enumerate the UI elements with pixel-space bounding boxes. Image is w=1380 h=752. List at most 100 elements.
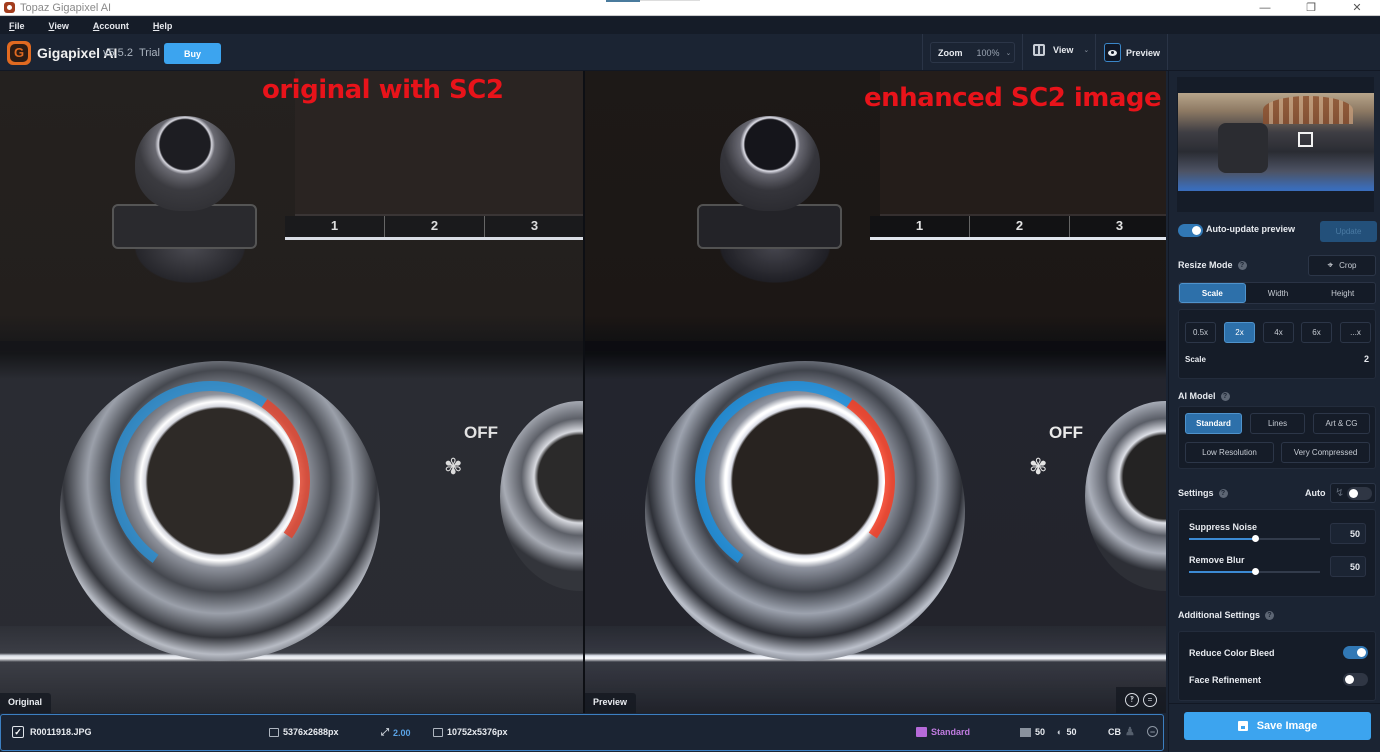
minimize-button[interactable]: — (1242, 0, 1288, 16)
slider-handle[interactable] (1251, 568, 1259, 575)
scale-preset-custom[interactable]: ...x (1340, 322, 1371, 343)
preview-image: 1 2 3 OFF ✾ (585, 71, 1166, 713)
chevron-down-icon: ⌄ (1083, 47, 1090, 54)
toolbar-divider (1022, 34, 1023, 70)
face-feedback: ‽ = (1116, 687, 1166, 713)
zoom-label: Zoom (938, 47, 963, 58)
slider-handle[interactable] (1251, 535, 1259, 542)
window-controls: — ❐ ✕ (1242, 0, 1380, 16)
model-icon (916, 727, 927, 737)
model-art-cg[interactable]: Art & CG (1313, 413, 1370, 434)
reduce-color-bleed-label: Reduce Color Bleed (1189, 648, 1275, 658)
file-list-row[interactable]: ✓ R0011918.JPG 5376x2688px ⤢ 2.00 10752x5… (0, 714, 1164, 751)
version-label: v5.5.2 (103, 47, 133, 59)
crop-icon: ⌖ (1327, 260, 1334, 271)
settings-panel: Suppress Noise 50 Remove Blur 50 (1178, 509, 1376, 597)
buy-button[interactable]: Buy (164, 43, 221, 64)
model-low-resolution[interactable]: Low Resolution (1185, 442, 1274, 463)
model-standard[interactable]: Standard (1185, 413, 1242, 434)
remove-blur-slider[interactable] (1189, 568, 1320, 575)
scale-preset-2x[interactable]: 2x (1224, 322, 1255, 343)
window-titlebar: Topaz Gigapixel AI — ❐ ✕ (0, 0, 1380, 16)
menu-file[interactable]: File (9, 21, 25, 31)
close-button[interactable]: ✕ (1334, 0, 1380, 16)
tab-scale[interactable]: Scale (1179, 283, 1246, 303)
help-icon[interactable]: ? (1218, 488, 1228, 498)
preview-toggle-button[interactable]: Preview (1104, 43, 1160, 62)
menu-help[interactable]: Help (153, 21, 173, 31)
crop-button[interactable]: ⌖ Crop (1308, 255, 1376, 276)
reduce-color-bleed-toggle[interactable] (1343, 646, 1368, 659)
preview-pane[interactable]: 1 2 3 OFF ✾ enhanced SC2 image Preview ‽… (585, 71, 1166, 713)
noise-value: 50 (1035, 727, 1046, 737)
remove-blur-input[interactable]: 50 (1330, 556, 1366, 577)
update-button[interactable]: Update (1320, 221, 1377, 242)
help-icon[interactable]: ? (1265, 610, 1274, 620)
app-icon (4, 2, 15, 13)
gigapixel-logo-icon: G (7, 41, 31, 65)
auto-update-row: Auto-update preview Update (1169, 221, 1380, 242)
suppress-noise-slider[interactable] (1189, 535, 1320, 542)
suppress-noise-label: Suppress Noise (1189, 522, 1258, 532)
menu-view[interactable]: View (49, 21, 69, 31)
split-view-icon (1033, 44, 1045, 56)
auto-settings-control: ↯ (1330, 483, 1376, 503)
lightning-icon: ↯ (1335, 487, 1345, 499)
overlay-caption: original with SC2 (262, 75, 504, 105)
scale-preset-4x[interactable]: 4x (1263, 322, 1294, 343)
menu-account[interactable]: Account (93, 21, 129, 31)
toolbar: G Gigapixel AI v5.5.2 Trial Buy Zoom 100… (0, 34, 1380, 71)
restore-button[interactable]: ❐ (1288, 0, 1334, 16)
settings-title: Settings? (1178, 488, 1228, 498)
help-icon[interactable]: ? (1237, 260, 1247, 270)
model-lines[interactable]: Lines (1250, 413, 1305, 434)
help-icon[interactable]: ? (1220, 391, 1230, 401)
output-size-icon (433, 727, 443, 737)
original-pane[interactable]: 1 2 3 OFF ✾ original with SC2 Original (0, 71, 583, 713)
face-refinement-icon: ♟ (1125, 726, 1135, 738)
tab-width[interactable]: Width (1246, 283, 1311, 303)
scale-label: Scale (1185, 355, 1206, 364)
additional-settings-panel: Reduce Color Bleed Face Refinement (1178, 631, 1376, 701)
color-bleed-tag: CB (1108, 727, 1121, 737)
suppress-noise-input[interactable]: 50 (1330, 523, 1366, 544)
model-very-compressed[interactable]: Very Compressed (1281, 442, 1370, 463)
navigator[interactable] (1177, 77, 1374, 212)
menu-bar: File View Account Help (0, 17, 1380, 34)
preview-label: Preview (1126, 47, 1161, 58)
save-disk-icon (1237, 721, 1248, 731)
remove-blur-label: Remove Blur (1189, 555, 1245, 565)
navigator-viewport-box[interactable] (1298, 132, 1313, 147)
auto-update-toggle[interactable] (1178, 224, 1203, 237)
remove-file-icon[interactable]: − (1147, 726, 1158, 737)
chevron-down-icon: ⌄ (1005, 49, 1012, 57)
zoom-dropdown[interactable]: Zoom 100% ⌄ (930, 42, 1015, 63)
image-canvas[interactable]: 1 2 3 OFF ✾ original with SC2 Original 1… (0, 71, 1166, 713)
blur-icon: ◐ (1057, 727, 1063, 737)
auto-update-label: Auto-update preview (1206, 224, 1296, 234)
face-refinement-toggle[interactable] (1343, 673, 1368, 686)
toolbar-divider (1095, 34, 1096, 70)
ai-model-panel: Standard Lines Art & CG Low Resolution V… (1178, 406, 1376, 469)
original-image: 1 2 3 OFF ✾ (0, 71, 583, 713)
ai-model-title: AI Model? (1178, 391, 1230, 401)
neutral-face-icon[interactable]: = (1143, 693, 1157, 707)
noise-icon (1020, 727, 1031, 737)
save-image-button[interactable]: Save Image (1184, 712, 1371, 740)
tab-height[interactable]: Height (1310, 283, 1375, 303)
file-checkbox[interactable]: ✓ (12, 726, 24, 738)
additional-settings-title: Additional Settings? (1178, 610, 1274, 620)
auto-toggle[interactable] (1347, 487, 1372, 500)
scale-preset-6x[interactable]: 6x (1301, 322, 1332, 343)
taskbar-indicator (606, 0, 640, 2)
smile-face-icon[interactable]: ‽ (1125, 693, 1139, 707)
navigator-thumbnail[interactable] (1178, 93, 1374, 191)
toolbar-divider (1167, 34, 1168, 70)
scale-factor: 2.00 (393, 727, 411, 738)
zoom-value: 100% (976, 47, 1000, 58)
preview-label: Preview (585, 693, 637, 713)
view-dropdown[interactable]: View ⌄ (1033, 44, 1089, 56)
scale-preset-0-5x[interactable]: 0.5x (1185, 322, 1216, 343)
overlay-caption: enhanced SC2 image (864, 83, 1162, 113)
input-dimensions: 5376x2688px (283, 727, 339, 737)
